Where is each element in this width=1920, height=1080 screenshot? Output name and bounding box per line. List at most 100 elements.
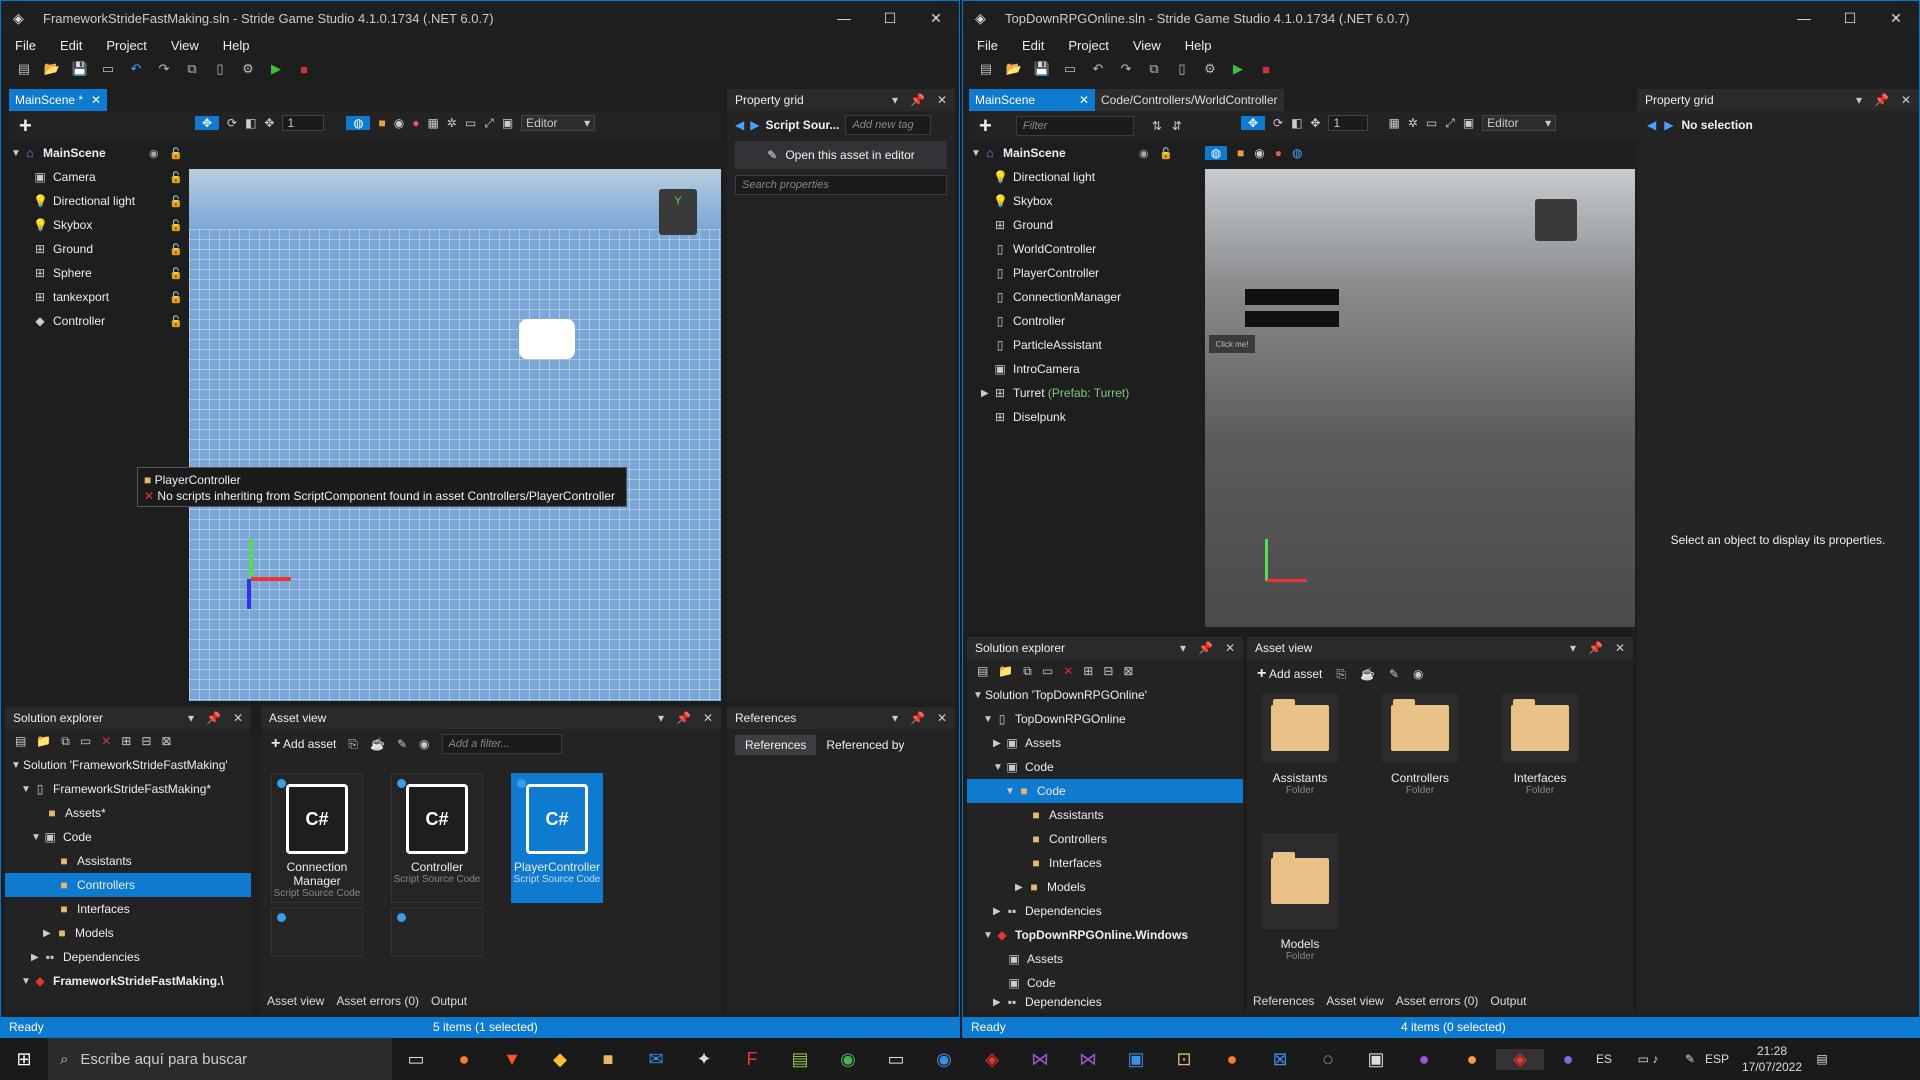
app-icon[interactable]: ◌ bbox=[1304, 1049, 1352, 1070]
stride-active-icon[interactable]: ◈ bbox=[1496, 1048, 1544, 1070]
scene-item-skybox[interactable]: 💡 Skybox 🔓 bbox=[9, 213, 189, 237]
expand-icon[interactable]: ▼ bbox=[983, 930, 995, 941]
folder-card[interactable]: Assistants Folder bbox=[1259, 693, 1341, 803]
add-entity-icon[interactable]: + bbox=[979, 113, 992, 139]
redo-icon[interactable]: ↷ bbox=[1117, 61, 1135, 77]
folder-card[interactable]: Controllers Folder bbox=[1379, 693, 1461, 803]
resize-icon[interactable]: ⤢ bbox=[1445, 116, 1455, 131]
pin-icon[interactable]: 📌 bbox=[910, 93, 925, 107]
open-asset-button[interactable]: ✎ Open this asset in editor bbox=[735, 141, 947, 169]
expand-icon[interactable]: ▼ bbox=[21, 976, 33, 987]
scene-item-controller[interactable]: ▯ Controller bbox=[969, 309, 1179, 333]
tree-icon[interactable]: ⊠ bbox=[1123, 664, 1133, 678]
solution-node[interactable]: ▼ Solution 'TopDownRPGOnline' bbox=[967, 683, 1243, 707]
app-icon[interactable]: F bbox=[728, 1049, 776, 1070]
eye-icon[interactable]: ◉ bbox=[1413, 667, 1423, 681]
filter-input[interactable]: Filter bbox=[1015, 116, 1134, 136]
globe-icon[interactable]: ◍ bbox=[1205, 146, 1227, 160]
chevron-down-icon[interactable]: ▾ bbox=[1570, 641, 1576, 655]
firefox-icon[interactable]: ● bbox=[440, 1049, 488, 1070]
camera-mode-icon[interactable]: ◉ bbox=[394, 116, 404, 130]
folder-icon[interactable]: 📁 bbox=[998, 664, 1013, 678]
windows-assets-node[interactable]: ▣ Assets bbox=[967, 947, 1243, 971]
pin-icon[interactable]: 📌 bbox=[206, 711, 221, 725]
collapsed-icon[interactable]: ▶ bbox=[993, 997, 1005, 1008]
expand-icon[interactable]: ▼ bbox=[971, 148, 983, 159]
new-folder-icon[interactable]: ▤ bbox=[15, 734, 26, 748]
copy-icon[interactable]: ⧉ bbox=[1023, 664, 1032, 679]
document-icon[interactable]: ▯ bbox=[211, 61, 229, 77]
lighting-icon[interactable]: ● bbox=[412, 116, 419, 130]
tab-mainscene[interactable]: MainScene ✕ bbox=[969, 89, 1095, 111]
scene-item-diselpunk[interactable]: ⊞ Diselpunk bbox=[969, 405, 1179, 429]
expand-icon[interactable]: ▼ bbox=[21, 784, 33, 795]
scene-item-skybox[interactable]: 💡 Skybox bbox=[969, 189, 1179, 213]
camera-icon[interactable]: ▣ bbox=[1463, 116, 1474, 130]
scene-item-playercontroller[interactable]: ▯ PlayerController bbox=[969, 261, 1179, 285]
pin-icon[interactable]: 📌 bbox=[676, 711, 691, 725]
tab-asset-errors[interactable]: Asset errors (0) bbox=[336, 994, 419, 1008]
lock-icon[interactable]: 🔓 bbox=[169, 219, 183, 232]
scene-tree-root[interactable]: ▼ ⌂ MainScene ◉ 🔓 bbox=[969, 141, 1179, 165]
asset-card[interactable] bbox=[391, 907, 483, 957]
scene-item-ground[interactable]: ⊞ Ground 🔓 bbox=[9, 237, 189, 261]
redo-icon[interactable]: ↷ bbox=[155, 61, 173, 77]
visual-studio-icon[interactable]: ⧉ bbox=[183, 61, 201, 77]
copy-icon[interactable]: ⧉ bbox=[61, 734, 70, 749]
settings-icon[interactable]: ✲ bbox=[1408, 116, 1418, 130]
windows-start-icon[interactable]: ⊞ bbox=[0, 1049, 48, 1070]
dependencies-node[interactable]: ▶ ▪▪ Dependencies bbox=[5, 945, 251, 969]
material-icon[interactable]: ■ bbox=[1237, 146, 1244, 160]
close-button[interactable]: ✕ bbox=[1873, 10, 1919, 27]
collapse-icon[interactable]: ⊟ bbox=[1103, 664, 1113, 678]
snap-value[interactable]: 1 bbox=[1328, 115, 1369, 131]
folder-card[interactable]: Interfaces Folder bbox=[1499, 693, 1581, 803]
orientation-cube[interactable] bbox=[1535, 199, 1577, 241]
add-entity-icon[interactable]: + bbox=[19, 113, 32, 139]
code-node[interactable]: ▼ ▣ Code bbox=[5, 825, 251, 849]
menu-help[interactable]: Help bbox=[223, 38, 250, 53]
menu-edit[interactable]: Edit bbox=[60, 38, 82, 53]
scene-item-camera[interactable]: ▣ Camera 🔓 bbox=[9, 165, 189, 189]
app-icon[interactable]: ▣ bbox=[1352, 1049, 1400, 1070]
app-icon[interactable]: ✦ bbox=[680, 1049, 728, 1070]
editor-mode-select[interactable]: Editor ▾ bbox=[521, 115, 596, 131]
lock-icon[interactable]: 🔓 bbox=[169, 171, 183, 184]
tag-input[interactable]: Add new tag bbox=[845, 115, 932, 135]
globe-settings-icon[interactable]: ◍ bbox=[1292, 146, 1302, 160]
expand-icon[interactable]: ▼ bbox=[983, 714, 995, 725]
orientation-cube[interactable]: Y bbox=[659, 189, 697, 235]
chevron-down-icon[interactable]: ▾ bbox=[1180, 641, 1186, 655]
lighting-icon[interactable]: ● bbox=[1275, 146, 1282, 160]
folder-icon[interactable]: 📁 bbox=[36, 734, 51, 748]
globe-icon[interactable]: ◍ bbox=[346, 116, 371, 130]
code-node[interactable]: ▼ ▣ Code bbox=[967, 755, 1243, 779]
taskbar-search[interactable]: ⌕ Escribe aquí para buscar bbox=[48, 1038, 392, 1080]
collapsed-icon[interactable]: ▶ bbox=[31, 952, 43, 963]
collapsed-icon[interactable]: ▶ bbox=[993, 906, 1005, 917]
pen-icon[interactable]: ✎ bbox=[1680, 1052, 1700, 1066]
close-icon[interactable]: ✕ bbox=[1225, 641, 1235, 655]
collapsed-icon[interactable]: ▶ bbox=[1015, 882, 1027, 893]
app-icon[interactable]: ⊡ bbox=[1160, 1049, 1208, 1070]
scene-item-worldcontroller[interactable]: ▯ WorldController bbox=[969, 237, 1179, 261]
asset-filter-input[interactable]: Add a filter... bbox=[441, 734, 562, 754]
models-node[interactable]: ▶ ■ Models bbox=[967, 875, 1243, 899]
scene-item-tankexport[interactable]: ⊞ tankexport 🔓 bbox=[9, 285, 189, 309]
app-icon[interactable]: ● bbox=[1400, 1049, 1448, 1070]
save-icon[interactable]: 💾 bbox=[71, 61, 89, 77]
window-icon[interactable]: ▭ bbox=[99, 61, 117, 77]
back-icon[interactable]: ◀ bbox=[735, 118, 744, 132]
windows-code-node[interactable]: ▣ Code bbox=[967, 971, 1243, 995]
dependencies-node[interactable]: ▶ ▪▪ Dependencies bbox=[967, 899, 1243, 923]
tab-worldcontroller[interactable]: Code/Controllers/WorldController bbox=[1095, 89, 1284, 111]
menu-project[interactable]: Project bbox=[106, 38, 146, 53]
package-icon[interactable]: ⚙ bbox=[1201, 61, 1219, 77]
visibility-icon[interactable]: ◉ bbox=[149, 147, 159, 160]
rotate-icon[interactable]: ⟳ bbox=[1273, 116, 1283, 130]
username-field[interactable] bbox=[1245, 289, 1339, 305]
scene-item-controller[interactable]: ◆ Controller 🔓 bbox=[9, 309, 189, 333]
app-icon[interactable]: ● bbox=[1208, 1049, 1256, 1070]
tab-referenced-by[interactable]: Referenced by bbox=[826, 738, 904, 752]
right-viewport[interactable]: Click me! bbox=[1205, 169, 1635, 627]
